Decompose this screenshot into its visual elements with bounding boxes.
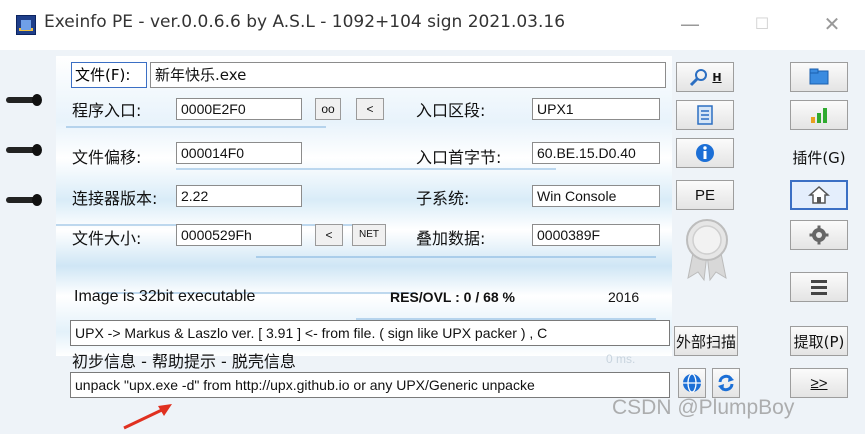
home-icon — [808, 185, 830, 204]
award-ribbon-icon — [686, 219, 728, 282]
gear-icon — [809, 225, 829, 245]
file-offset-field[interactable]: 000014F0 — [176, 142, 302, 164]
main-window-body: 文件(F): 新年快乐.exe 程序入口: 0000E2F0 oo < 入口区段… — [0, 50, 865, 434]
open-folder-button[interactable] — [790, 62, 848, 92]
file-size-label: 文件大小: — [72, 229, 142, 248]
search-button[interactable]: H — [676, 62, 734, 92]
entry-point-field[interactable]: 0000E2F0 — [176, 98, 302, 120]
refresh-icon — [718, 374, 734, 392]
sections-icon — [697, 105, 713, 125]
res-ovl-text: RES/OVL : 0 / 68 % — [390, 289, 516, 305]
net-button[interactable]: NET — [352, 224, 386, 246]
window-title: Exeinfo PE - ver.0.0.6.6 by A.S.L - 1092… — [44, 12, 566, 32]
pin-icon — [6, 94, 42, 106]
extract-button[interactable]: 提取(P) — [790, 326, 848, 356]
menu-lines-icon — [811, 280, 827, 295]
next-button[interactable]: ≥> — [790, 368, 848, 398]
sections-button[interactable] — [676, 100, 734, 130]
magnifier-icon — [690, 69, 708, 87]
entry-point-label: 程序入口: — [72, 101, 142, 120]
folder-icon — [809, 68, 829, 85]
refresh-button[interactable] — [712, 368, 740, 398]
first-bytes-label: 入口首字节: — [416, 148, 502, 167]
image-type-text: Image is 32bit executable — [74, 288, 256, 305]
subsystem-label: 子系统: — [416, 189, 470, 208]
watermark-text: CSDN @PlumpBoy — [612, 396, 795, 419]
info-button[interactable] — [676, 138, 734, 168]
scan-time-text: 0 ms. — [606, 352, 636, 366]
external-scan-button[interactable]: 外部扫描 — [674, 326, 738, 356]
globe-icon — [683, 373, 701, 393]
pin-icon — [6, 144, 42, 156]
minimize-button[interactable]: — — [670, 10, 710, 38]
web-button[interactable] — [678, 368, 706, 398]
title-bar: Exeinfo PE - ver.0.0.6.6 by A.S.L - 1092… — [0, 0, 865, 50]
file-size-field[interactable]: 0000529Fh — [176, 224, 302, 246]
app-icon — [16, 15, 36, 35]
bar-chart-icon — [811, 108, 827, 123]
file-name-field[interactable]: 新年快乐.exe — [150, 62, 666, 88]
subsystem-field[interactable]: Win Console — [532, 185, 660, 207]
settings-button[interactable] — [790, 220, 848, 250]
maximize-button[interactable]: ☐ — [742, 10, 782, 38]
info-hint-label: 初步信息 - 帮助提示 - 脱壳信息 — [72, 352, 296, 371]
linker-version-label: 连接器版本: — [72, 189, 158, 208]
info-icon — [696, 144, 714, 162]
pe-button[interactable]: PE — [676, 180, 734, 210]
close-button[interactable]: ✕ — [812, 10, 852, 38]
lt-size-button[interactable]: < — [315, 224, 343, 246]
search-hotkey-label: H — [712, 70, 722, 84]
overlay-field[interactable]: 0000389F — [532, 224, 660, 246]
unpack-hint-field[interactable]: unpack "upx.exe -d" from http://upx.gith… — [70, 372, 670, 398]
oo-button[interactable]: oo — [315, 98, 341, 120]
pin-icon — [6, 194, 42, 206]
entry-section-field[interactable]: UPX1 — [532, 98, 660, 120]
overlay-label: 叠加数据: — [416, 229, 486, 248]
home-button[interactable] — [790, 180, 848, 210]
red-arrow-icon — [123, 404, 172, 430]
plugins-button[interactable]: 插件(G) — [790, 142, 848, 172]
menu-button[interactable] — [790, 272, 848, 302]
lt-button[interactable]: < — [356, 98, 384, 120]
stats-button[interactable] — [790, 100, 848, 130]
year-text: 2016 — [608, 289, 640, 305]
first-bytes-field[interactable]: 60.BE.15.D0.40 — [532, 142, 660, 164]
file-open-button[interactable]: 文件(F): — [71, 62, 147, 88]
linker-version-field[interactable]: 2.22 — [176, 185, 302, 207]
detection-result-field[interactable]: UPX -> Markus & Laszlo ver. [ 3.91 ] <- … — [70, 320, 670, 346]
entry-section-label: 入口区段: — [416, 101, 486, 120]
file-offset-label: 文件偏移: — [72, 148, 142, 167]
